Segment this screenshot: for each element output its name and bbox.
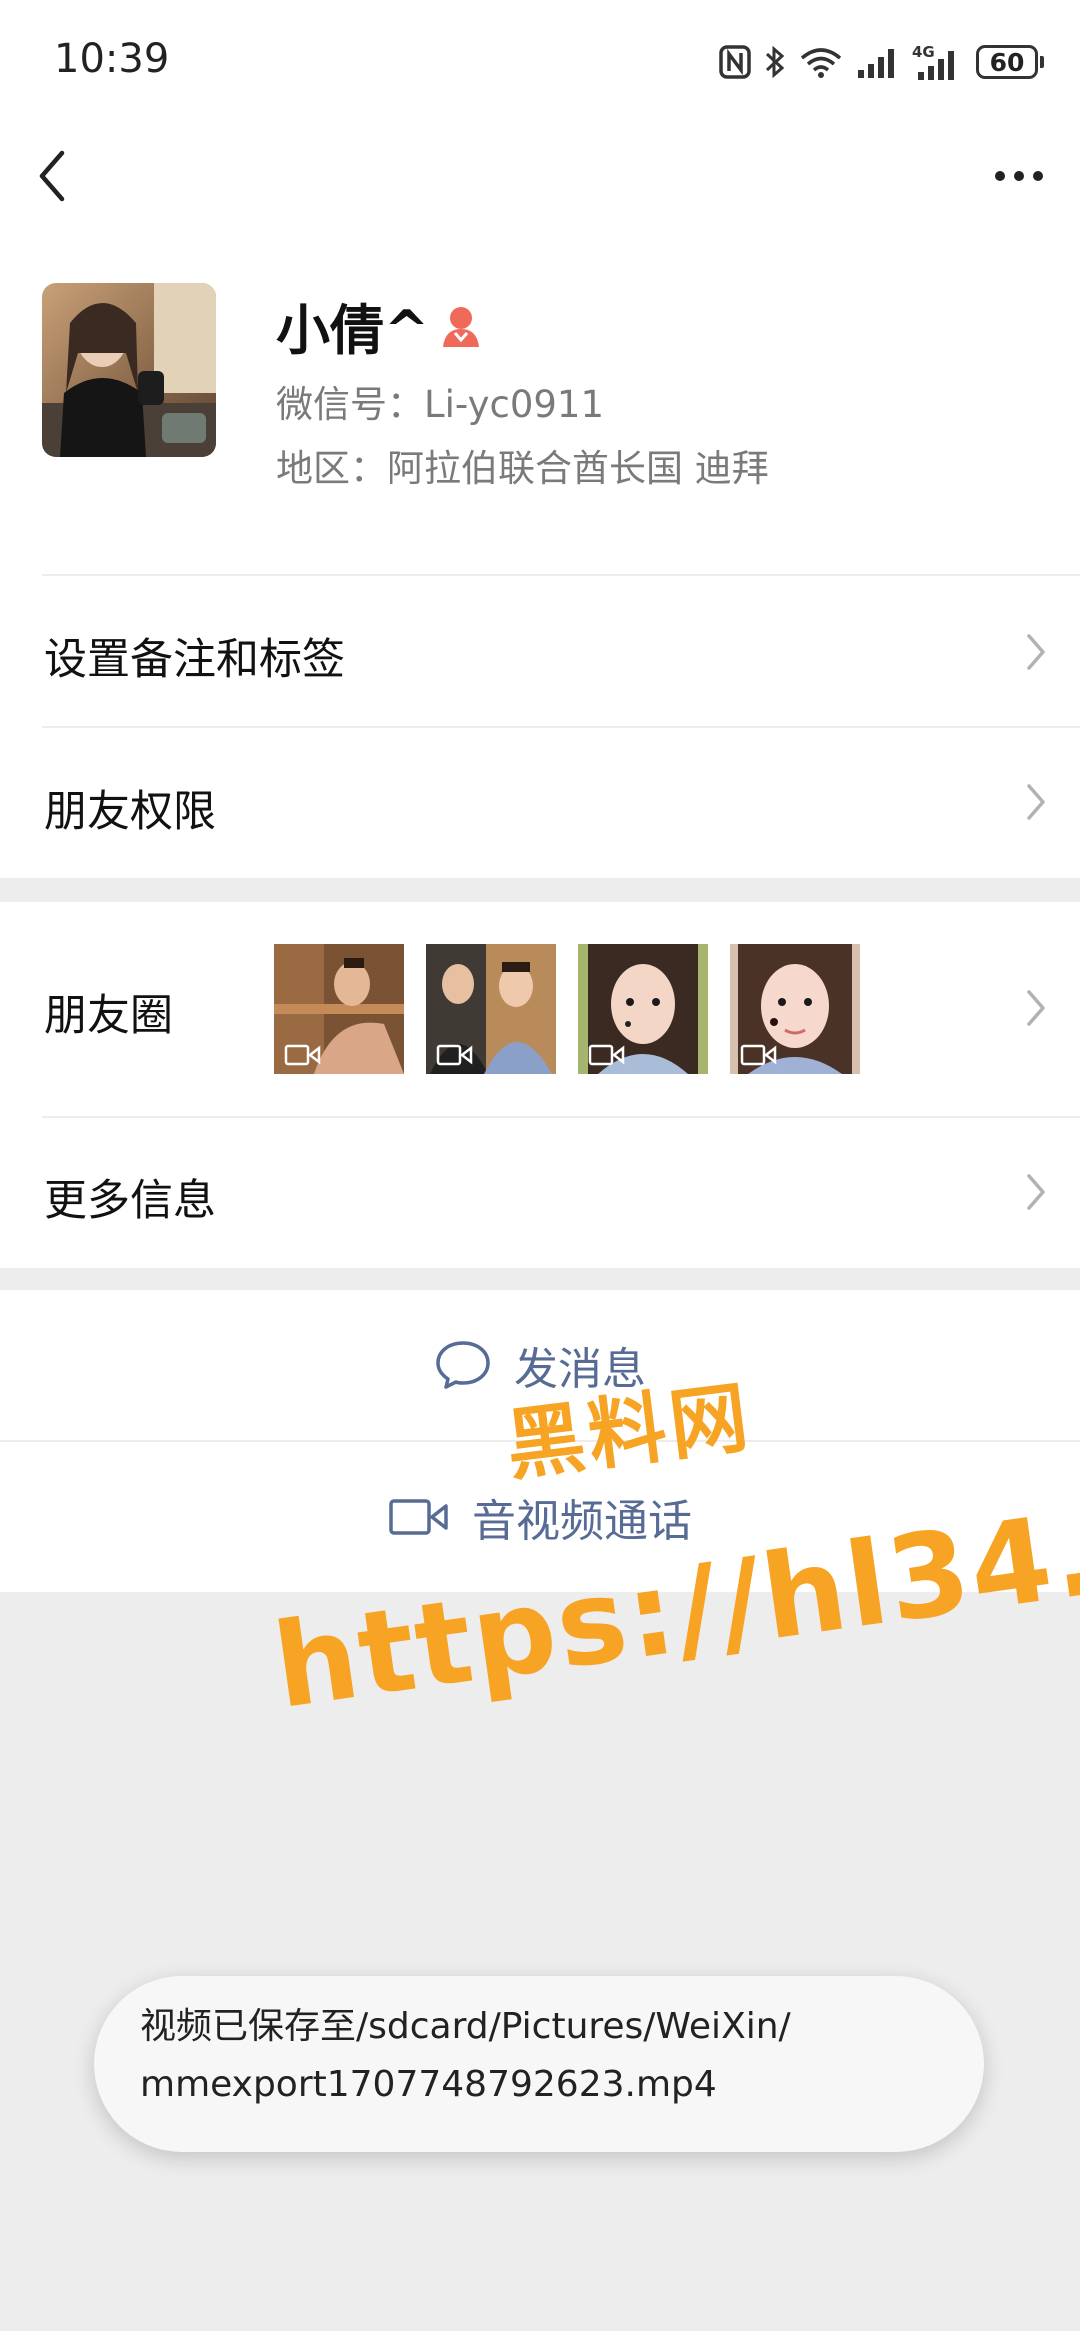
chevron-right-icon [1027,1174,1045,1210]
section-gap [0,878,1080,902]
chat-bubble-icon [436,1341,490,1389]
name-row: 小倩^ [276,286,483,365]
profile-page: 10:39 4G 60 小倩^ 微信号：Li-yc0911 地区：阿拉伯联合酋长… [0,0,1080,1592]
status-icons: 4G 60 [718,38,1044,86]
moments-thumbnail[interactable] [274,944,404,1074]
more-info-row[interactable]: 更多信息 [0,1118,1080,1268]
moments-thumbnail[interactable] [730,944,860,1074]
contact-name: 小倩^ [276,299,430,362]
signal-4g-icon: 4G [912,43,954,80]
chevron-right-icon [1027,990,1045,1026]
more-info-label: 更多信息 [44,1176,216,1226]
avatar[interactable] [42,283,216,457]
section-gap [0,1268,1080,1290]
video-call-button[interactable]: 音视频通话 [0,1442,1080,1592]
signal-icon [858,49,894,78]
friend-permission-row[interactable]: 朋友权限 [0,728,1080,878]
svg-text:4G: 4G [912,43,935,61]
more-button[interactable] [986,150,1052,202]
friend-permission-label: 朋友权限 [44,787,216,837]
send-message-label: 发消息 [514,1344,646,1395]
set-remark-label: 设置备注和标签 [44,635,345,685]
chevron-right-icon [1027,784,1045,820]
video-call-label: 音视频通话 [472,1496,692,1547]
battery-level: 60 [989,47,1025,77]
region: 地区：阿拉伯联合酋长国 迪拜 [276,447,769,490]
wifi-icon [800,48,842,78]
chevron-left-icon [39,150,65,202]
more-dots-icon [995,171,1043,181]
toast-line-2: mmexport1707748792623.mp4 [140,2064,717,2105]
video-camera-icon [389,1499,448,1535]
video-icon [284,1044,321,1066]
toast-message: 视频已保存至/sdcard/Pictures/WeiXin/ mmexport1… [94,1976,984,2152]
battery-icon: 60 [976,45,1044,79]
send-message-button[interactable]: 发消息 [0,1290,1080,1440]
set-remark-row[interactable]: 设置备注和标签 [0,576,1080,726]
chevron-right-icon [1027,634,1045,670]
moments-thumbnail[interactable] [578,944,708,1074]
bluetooth-icon [765,45,785,79]
moments-label: 朋友圈 [44,991,173,1041]
video-icon [436,1044,473,1066]
moments-thumbnail[interactable] [426,944,556,1074]
nfc-icon [719,45,751,79]
status-bar: 10:39 4G 60 [0,0,1080,122]
moments-thumbnails[interactable] [274,944,860,1074]
toast-line-1: 视频已保存至/sdcard/Pictures/WeiXin/ [140,2006,791,2047]
video-icon [740,1044,777,1066]
video-icon [588,1044,625,1066]
wechat-id: 微信号：Li-yc0911 [276,383,604,426]
female-icon [443,306,480,347]
back-button[interactable] [30,145,76,207]
status-time: 10:39 [54,36,170,82]
